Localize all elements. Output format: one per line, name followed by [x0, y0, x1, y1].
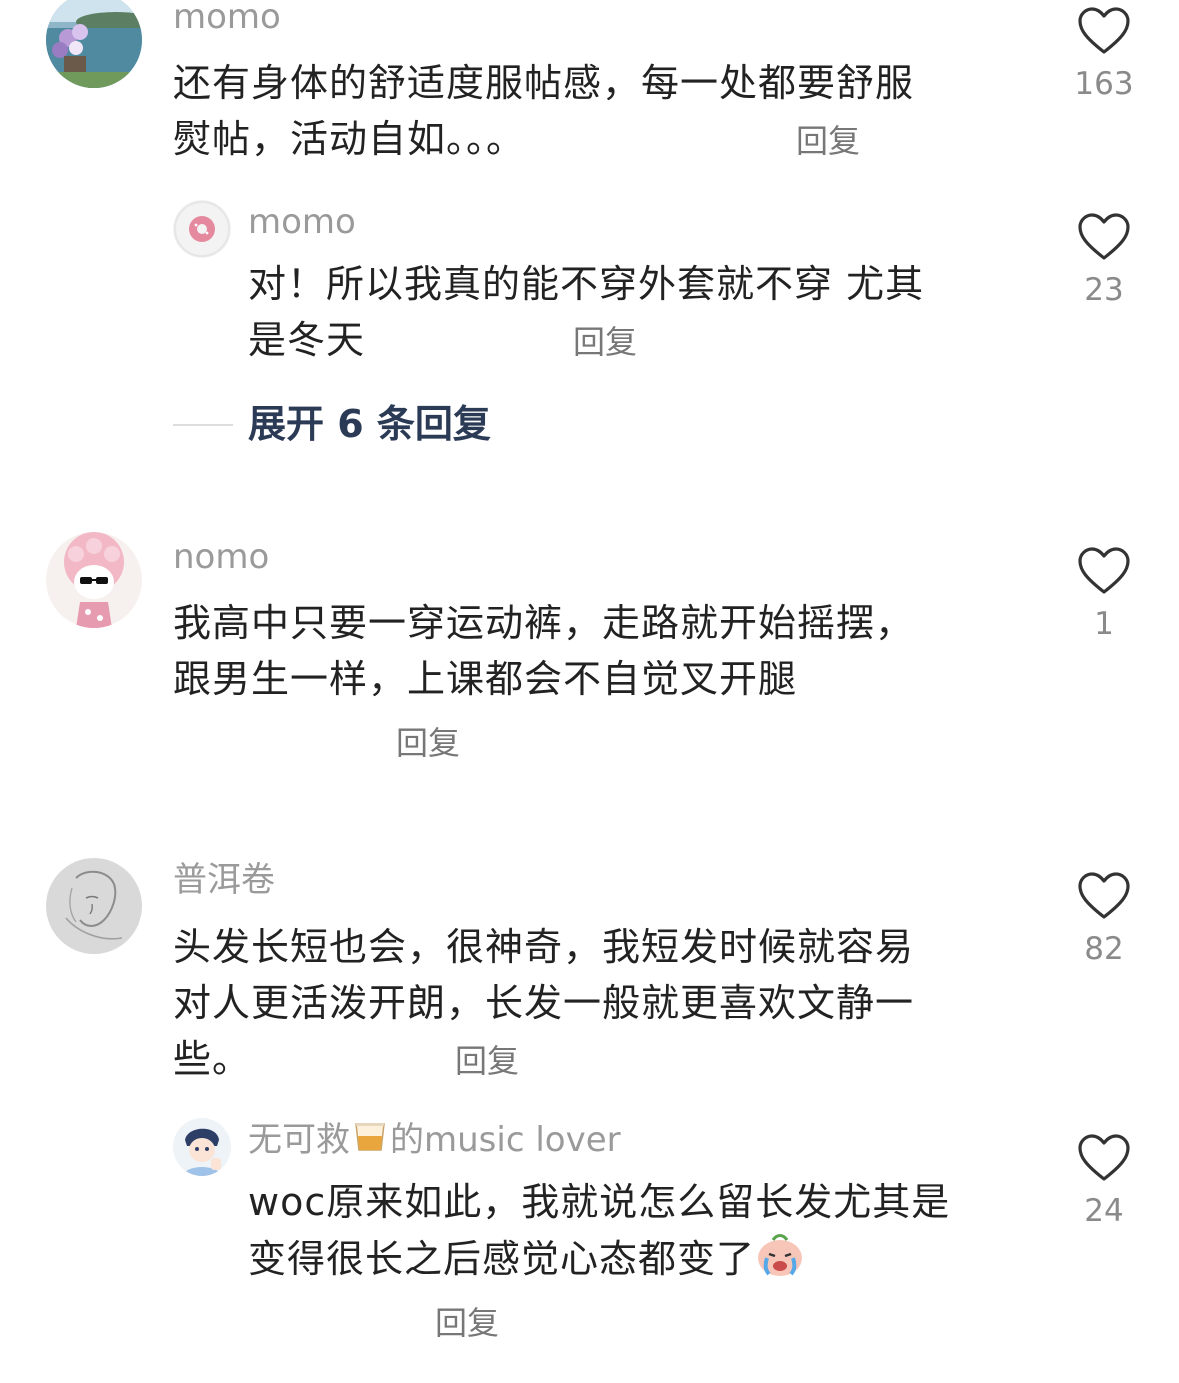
reply-button[interactable]: 回复 [396, 723, 460, 763]
like-count: 23 [1084, 272, 1124, 308]
heart-outline-icon[interactable] [1076, 1133, 1132, 1183]
avatar-flowers-lake-image [46, 0, 142, 88]
expand-divider [173, 424, 233, 426]
reply-username-part: 的music lover [390, 1120, 621, 1160]
like-group: 24 [1059, 1133, 1149, 1231]
comment-text-line: 头发长短也会，很神奇，我短发时候就容易 [173, 925, 915, 969]
like-count: 82 [1084, 931, 1124, 967]
expand-replies-button[interactable]: 展开 6 条回复 [248, 402, 491, 446]
like-group: 23 [1059, 212, 1149, 310]
avatar[interactable] [46, 532, 142, 628]
reply-text-line: woc原来如此，我就说怎么留长发尤其是 [248, 1180, 951, 1224]
avatar-sketch-portrait-image [46, 858, 142, 954]
like-count: 163 [1074, 66, 1134, 102]
comment-text-line: 我高中只要一穿运动裤，走路就开始摇摆， [173, 601, 915, 645]
reply-text-line: 变得很长之后感觉心态都变了 [248, 1230, 805, 1293]
like-group: 163 [1059, 6, 1149, 104]
avatar[interactable] [173, 200, 231, 258]
heart-outline-icon[interactable] [1076, 212, 1132, 262]
reply-text-line: 是冬天 [248, 318, 366, 362]
reply-text-line: 对！所以我真的能不穿外套就不穿 尤其 [248, 262, 925, 306]
reply-username[interactable]: 无可救 的music lover [248, 1120, 621, 1163]
like-count: 1 [1094, 606, 1114, 642]
reply-button[interactable]: 回复 [435, 1303, 499, 1343]
avatar[interactable] [46, 0, 142, 88]
reply-text-content: 变得很长之后感觉心态都变了 [248, 1237, 756, 1281]
heart-outline-icon[interactable] [1076, 546, 1132, 596]
avatar[interactable] [46, 858, 142, 954]
avatar-anime-boy-image [173, 1118, 231, 1176]
reply-username[interactable]: momo [248, 202, 356, 242]
comment-username[interactable]: momo [173, 0, 281, 37]
like-group: 82 [1059, 871, 1149, 969]
comment-username[interactable]: nomo [173, 537, 269, 577]
comment-text-line: 还有身体的舒适度服帖感，每一处都要舒服 [173, 61, 915, 105]
reply-button[interactable]: 回复 [455, 1041, 519, 1081]
crying-face-icon [755, 1230, 805, 1293]
reply-username-part: 无可救 [248, 1120, 350, 1160]
glass-cup-icon [350, 1120, 390, 1163]
avatar-donut-image [173, 200, 231, 258]
comment-text-line: 熨帖，活动自如。。。 [173, 117, 526, 161]
heart-outline-icon[interactable] [1076, 6, 1132, 56]
avatar-cartoon-girl-image [46, 532, 142, 628]
comment-text-line: 对人更活泼开朗，长发一般就更喜欢文静一 [173, 981, 915, 1025]
heart-outline-icon[interactable] [1076, 871, 1132, 921]
reply-button[interactable]: 回复 [796, 121, 860, 161]
reply-button[interactable]: 回复 [573, 322, 637, 362]
like-group: 1 [1059, 546, 1149, 644]
comment-text-line: 些。 [173, 1037, 252, 1081]
comment-username[interactable]: 普洱卷 [173, 860, 275, 900]
avatar[interactable] [173, 1118, 231, 1176]
comment-text-line: 跟男生一样，上课都会不自觉叉开腿 [173, 657, 798, 701]
like-count: 24 [1084, 1193, 1124, 1229]
